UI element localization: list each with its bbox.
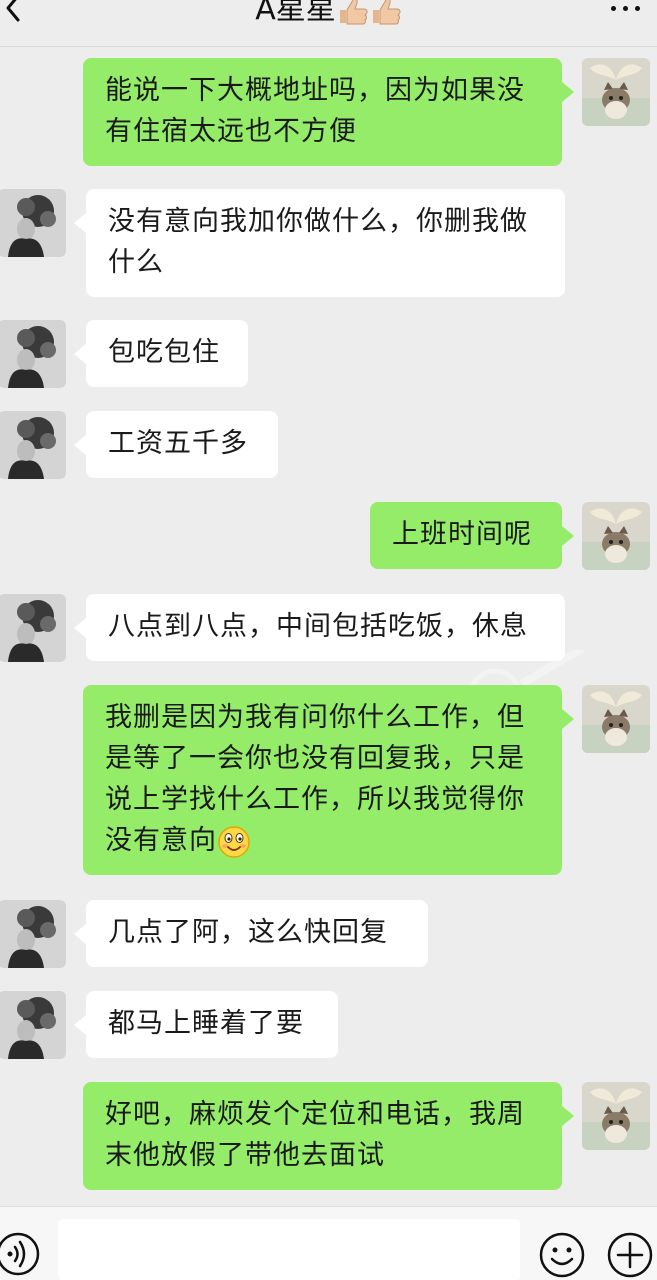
contact-avatar-image xyxy=(0,411,66,479)
thumbs-up-icon xyxy=(372,0,401,24)
chat-title-wrap: A星星 xyxy=(0,0,657,30)
kitten-avatar-image xyxy=(582,502,650,570)
outgoing-message-bubble[interactable]: 我删是因为我有问你什么工作，但是等了一会你也没有回复我，只是说上学找什么工作，所… xyxy=(83,685,574,875)
outgoing-message-bubble[interactable]: 上班时间呢 xyxy=(370,502,574,569)
message-text: 工资五千多 xyxy=(108,428,248,459)
contact-avatar-image xyxy=(0,594,66,662)
contact-avatar-image xyxy=(0,900,66,968)
message-text: 都马上睡着了要 xyxy=(108,1008,304,1039)
outgoing-message-bubble[interactable]: 能说一下大概地址吗，因为如果没有住宿太远也不方便 xyxy=(83,58,574,166)
incoming-message-bubble[interactable]: 八点到八点，中间包括吃饭，休息 xyxy=(74,594,565,661)
message-text: 几点了阿，这么快回复 xyxy=(108,917,388,948)
my-avatar[interactable] xyxy=(582,685,650,753)
contact-avatar[interactable] xyxy=(0,900,66,968)
kitten-avatar-image xyxy=(582,1082,650,1150)
kitten-avatar-image xyxy=(582,58,650,126)
chat-screen: A星星 能说一下大概地址吗，因为如果没有住宿太远也不方便 没有意向我加你做什么，… xyxy=(0,0,657,1280)
contact-avatar-image xyxy=(0,320,66,388)
kitten-avatar-image xyxy=(582,685,650,753)
message-text: 好吧，麻烦发个定位和电话，我周末他放假了带他去面试 xyxy=(105,1099,525,1171)
smiley-emoji-icon xyxy=(218,825,250,858)
outgoing-message-bubble[interactable]: 好吧，麻烦发个定位和电话，我周末他放假了带他去面试 xyxy=(83,1082,574,1190)
thumbs-up-icon xyxy=(339,0,368,24)
contact-avatar[interactable] xyxy=(0,991,66,1059)
message-input[interactable] xyxy=(58,1219,520,1280)
my-avatar[interactable] xyxy=(582,502,650,570)
message-text: 上班时间呢 xyxy=(392,519,532,550)
message-text: 能说一下大概地址吗，因为如果没有住宿太远也不方便 xyxy=(105,75,525,147)
emoji-picker-icon[interactable] xyxy=(538,1231,586,1279)
contact-avatar[interactable] xyxy=(0,594,66,662)
incoming-message-bubble[interactable]: 几点了阿，这么快回复 xyxy=(74,900,428,967)
chat-title: A星星 xyxy=(255,0,336,27)
contact-avatar[interactable] xyxy=(0,320,66,388)
voice-input-icon[interactable] xyxy=(0,1231,42,1277)
my-avatar[interactable] xyxy=(582,1082,650,1150)
more-actions-plus-icon[interactable] xyxy=(606,1231,654,1279)
message-text: 我删是因为我有问你什么工作，但是等了一会你也没有回复我，只是说上学找什么工作，所… xyxy=(105,702,525,856)
more-options-icon[interactable] xyxy=(609,0,643,18)
incoming-message-bubble[interactable]: 工资五千多 xyxy=(74,411,278,478)
incoming-message-bubble[interactable]: 没有意向我加你做什么，你删我做什么 xyxy=(74,189,565,297)
my-avatar[interactable] xyxy=(582,58,650,126)
contact-avatar-image xyxy=(0,189,66,257)
message-text: 没有意向我加你做什么，你删我做什么 xyxy=(108,206,528,278)
contact-avatar[interactable] xyxy=(0,189,66,257)
message-text: 八点到八点，中间包括吃饭，休息 xyxy=(108,611,528,642)
message-text: 包吃包住 xyxy=(108,337,220,368)
input-bar xyxy=(0,1206,657,1280)
contact-avatar-image xyxy=(0,991,66,1059)
contact-avatar[interactable] xyxy=(0,411,66,479)
incoming-message-bubble[interactable]: 都马上睡着了要 xyxy=(74,991,338,1058)
chat-header: A星星 xyxy=(0,0,657,47)
incoming-message-bubble[interactable]: 包吃包住 xyxy=(74,320,248,387)
